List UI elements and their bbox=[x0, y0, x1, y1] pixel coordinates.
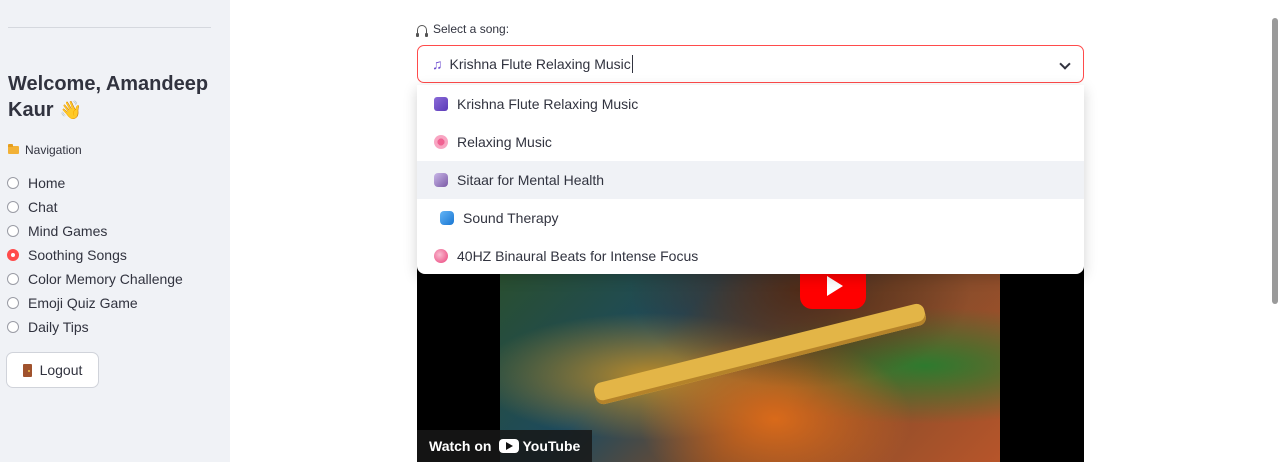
music-note-icon bbox=[434, 97, 448, 111]
song-dropdown-menu: Krishna Flute Relaxing Music Relaxing Mu… bbox=[417, 85, 1084, 274]
nav-item-label: Daily Tips bbox=[28, 319, 89, 335]
chevron-down-icon[interactable] bbox=[1059, 58, 1071, 70]
music-note-icon: ♫ bbox=[432, 56, 443, 72]
main-content: Select a song: ♫ Krishna Flute Relaxing … bbox=[230, 0, 1270, 462]
dropdown-option[interactable]: 40HZ Binaural Beats for Intense Focus bbox=[417, 237, 1084, 274]
headphone-icon bbox=[416, 24, 428, 37]
navigation-radio-group: Home Chat Mind Games Soothing Songs Colo… bbox=[7, 171, 183, 339]
watch-on-youtube-button[interactable]: Watch on YouTube bbox=[417, 430, 593, 462]
nav-item-home[interactable]: Home bbox=[7, 171, 183, 195]
dropdown-option[interactable]: Krishna Flute Relaxing Music bbox=[417, 85, 1084, 123]
dropdown-option-highlighted[interactable]: Sitaar for Mental Health bbox=[417, 161, 1084, 199]
waving-hand-icon: 👋 bbox=[59, 100, 82, 120]
song-select-value: Krishna Flute Relaxing Music bbox=[449, 56, 631, 72]
nav-item-color-memory-challenge[interactable]: Color Memory Challenge bbox=[7, 267, 183, 291]
option-label: Krishna Flute Relaxing Music bbox=[457, 96, 639, 112]
song-select-label-text: Select a song: bbox=[433, 22, 510, 36]
radio-chat[interactable] bbox=[7, 201, 19, 213]
door-icon bbox=[22, 363, 32, 377]
navigation-title: Navigation bbox=[8, 143, 82, 157]
watch-on-label: Watch on bbox=[429, 438, 492, 454]
folder-icon bbox=[8, 144, 19, 154]
nav-item-label: Emoji Quiz Game bbox=[28, 295, 138, 311]
nav-item-label: Color Memory Challenge bbox=[28, 271, 183, 287]
text-cursor bbox=[631, 55, 633, 73]
sidebar: Welcome, Amandeep Kaur 👋 Navigation Home … bbox=[0, 0, 230, 462]
youtube-logo: YouTube bbox=[499, 438, 580, 454]
flute-image bbox=[592, 302, 928, 406]
nav-item-label: Home bbox=[28, 175, 66, 191]
nav-item-daily-tips[interactable]: Daily Tips bbox=[7, 315, 183, 339]
dropdown-option[interactable]: Sound Therapy bbox=[417, 199, 1084, 237]
radio-daily-tips[interactable] bbox=[7, 321, 19, 333]
welcome-text: Welcome, Amandeep Kaur bbox=[8, 73, 209, 121]
navigation-title-text: Navigation bbox=[25, 143, 82, 157]
nav-item-emoji-quiz-game[interactable]: Emoji Quiz Game bbox=[7, 291, 183, 315]
youtube-video-player[interactable]: Watch on YouTube bbox=[417, 248, 1084, 462]
nav-item-label: Chat bbox=[28, 199, 58, 215]
nav-item-label: Soothing Songs bbox=[28, 247, 127, 263]
dropdown-option[interactable]: Relaxing Music bbox=[417, 123, 1084, 161]
nav-item-soothing-songs[interactable]: Soothing Songs bbox=[7, 243, 183, 267]
nav-item-label: Mind Games bbox=[28, 223, 108, 239]
nav-item-chat[interactable]: Chat bbox=[7, 195, 183, 219]
radio-soothing-songs[interactable] bbox=[7, 249, 19, 261]
option-label: 40HZ Binaural Beats for Intense Focus bbox=[457, 248, 699, 264]
flower-icon bbox=[434, 135, 448, 149]
youtube-logo-icon bbox=[499, 439, 520, 453]
wave-icon bbox=[440, 211, 454, 225]
option-label: Sitaar for Mental Health bbox=[457, 172, 605, 188]
logout-button[interactable]: Logout bbox=[6, 352, 99, 388]
page-scrollbar[interactable] bbox=[1272, 18, 1278, 304]
radio-emoji-quiz-game[interactable] bbox=[7, 297, 19, 309]
sidebar-divider bbox=[8, 27, 211, 28]
radio-home[interactable] bbox=[7, 177, 19, 189]
nav-item-mind-games[interactable]: Mind Games bbox=[7, 219, 183, 243]
brain-icon bbox=[434, 249, 448, 263]
option-label: Sound Therapy bbox=[463, 210, 559, 226]
violin-icon bbox=[434, 173, 448, 187]
option-label: Relaxing Music bbox=[457, 134, 552, 150]
song-select[interactable]: ♫ Krishna Flute Relaxing Music bbox=[417, 45, 1084, 83]
radio-color-memory-challenge[interactable] bbox=[7, 273, 19, 285]
radio-mind-games[interactable] bbox=[7, 225, 19, 237]
welcome-heading: Welcome, Amandeep Kaur 👋 bbox=[8, 71, 223, 123]
youtube-logo-text: YouTube bbox=[522, 438, 581, 454]
logout-label: Logout bbox=[39, 362, 83, 378]
song-select-label: Select a song: bbox=[416, 22, 510, 37]
